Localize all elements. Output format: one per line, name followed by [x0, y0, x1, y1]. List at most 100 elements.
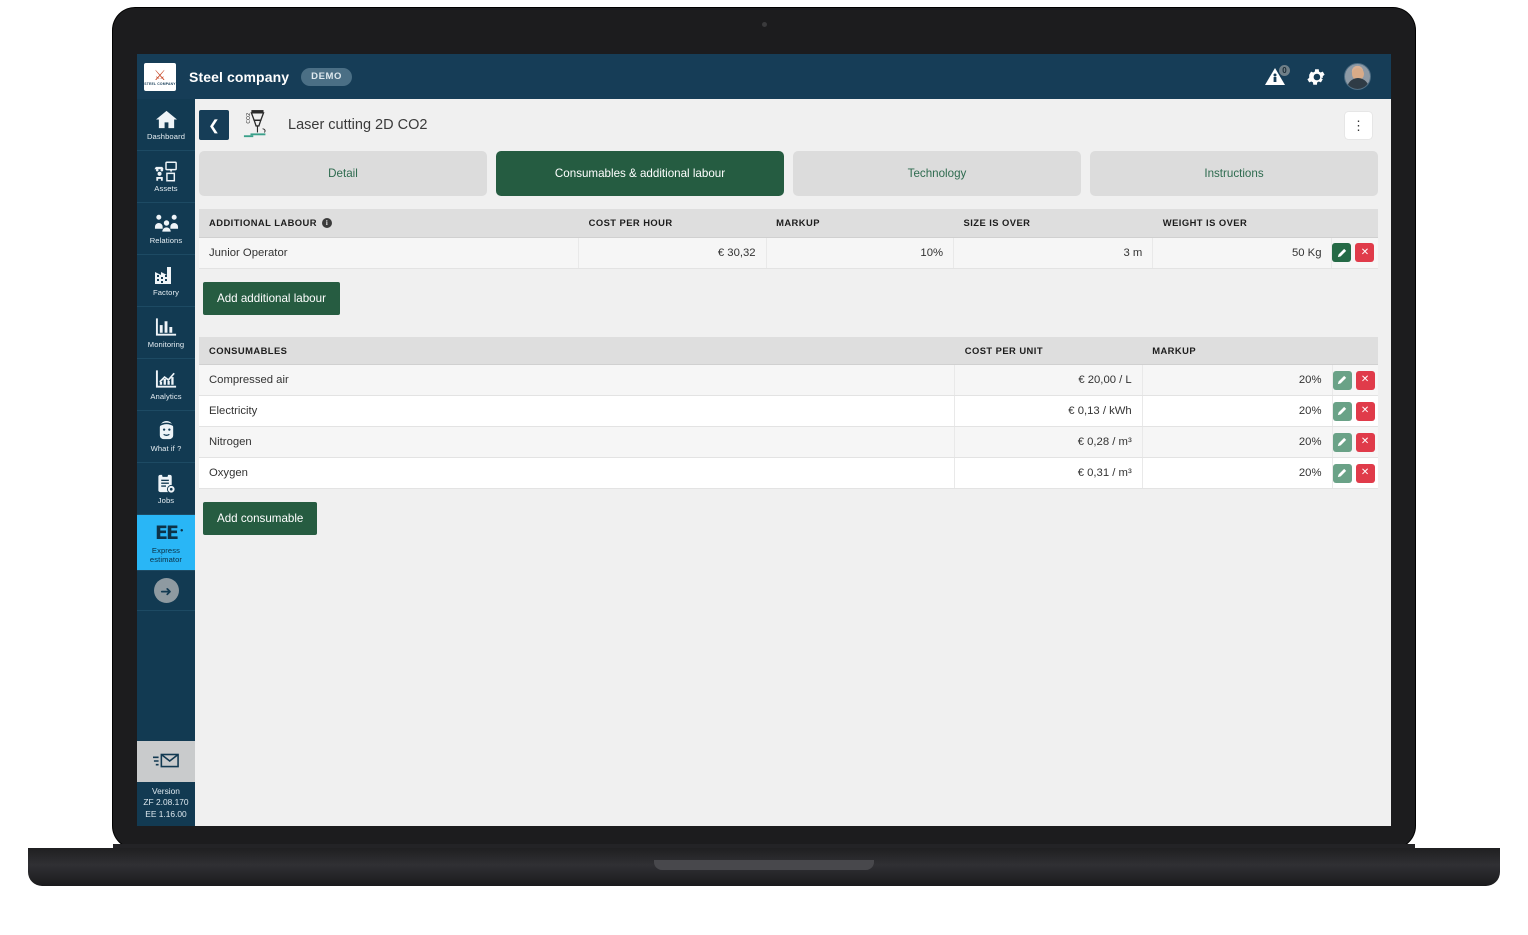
back-button[interactable]: ❮ [199, 110, 229, 140]
tab-label: Detail [328, 167, 358, 180]
sidebar-label: Factory [152, 288, 180, 298]
cell-cost-per-unit: € 0,13 / kWh [954, 395, 1143, 427]
sidebar-label: Analytics [150, 392, 182, 402]
sidebar-item-factory[interactable]: Factory [137, 255, 195, 307]
delete-button[interactable]: ✕ [1355, 401, 1375, 421]
top-bar: ⚔ STEEL COMPANY Steel company DEMO 0 [137, 54, 1391, 99]
laptop-trackpad-notch [654, 860, 874, 870]
col-actions [1331, 209, 1378, 238]
factory-icon [154, 263, 178, 287]
sidebar-expand-button[interactable]: ➜ [137, 571, 195, 611]
delete-button[interactable]: ✕ [1355, 370, 1375, 390]
cell-name: Compressed air [199, 364, 956, 396]
cell-actions: ✕ [1331, 237, 1378, 269]
col-additional-labour: ADDITIONAL LABOUR i [199, 209, 579, 238]
close-icon: ✕ [1360, 246, 1370, 258]
cell-weight-is-over: 50 Kg [1152, 237, 1333, 269]
gear-icon[interactable] [1305, 66, 1327, 88]
table-row: Electricity € 0,13 / kWh 20% ✕ [199, 395, 1378, 427]
sidebar-item-monitoring[interactable]: Monitoring [137, 307, 195, 359]
tab-label: Consumables & additional labour [554, 167, 726, 180]
cell-markup: 20% [1142, 395, 1333, 427]
col-actions [1332, 336, 1378, 365]
cell-markup: 10% [766, 237, 955, 269]
tab-bar: Detail Consumables & additional labour T… [195, 151, 1391, 196]
table-row: Oxygen € 0,31 / m³ 20% ✕ [199, 457, 1378, 489]
edit-button[interactable] [1332, 370, 1352, 390]
col-consumables: CONSUMABLES [199, 336, 955, 365]
sidebar-item-analytics[interactable]: Analytics [137, 359, 195, 411]
additional-labour-table: ADDITIONAL LABOUR i COST PER HOUR MARKUP … [199, 209, 1378, 269]
version-ee: EE 1.16.00 [145, 808, 187, 819]
cell-actions: ✕ [1332, 395, 1378, 427]
close-icon: ✕ [1360, 374, 1370, 385]
sidebar-item-assets[interactable]: Assets [137, 151, 195, 203]
cell-markup: 20% [1142, 364, 1333, 396]
sidebar-label: Monitoring [147, 340, 185, 350]
edit-button[interactable] [1332, 432, 1352, 452]
delete-button[interactable]: ✕ [1355, 243, 1375, 262]
col-label: ADDITIONAL LABOUR [209, 217, 317, 229]
edit-button[interactable] [1332, 243, 1352, 262]
info-icon[interactable]: i [322, 217, 332, 228]
cell-size-is-over: 3 m [953, 237, 1154, 269]
sidebar-item-what-if[interactable]: What if ? [137, 411, 195, 463]
home-icon [155, 107, 178, 131]
consumables-section: CONSUMABLES COST PER UNIT MARKUP Compres… [195, 336, 1391, 535]
tab-label: Technology [907, 167, 967, 180]
analytics-icon [155, 367, 178, 391]
col-markup: MARKUP [1142, 336, 1333, 365]
add-consumable-button[interactable]: Add consumable [203, 502, 318, 535]
cell-name: Junior Operator [199, 237, 580, 269]
page-header: ❮ CO2 Laser cutting 2D CO2 ⋮ [195, 99, 1391, 151]
topbar-actions: 0 [1264, 63, 1371, 90]
cell-name: Oxygen [199, 457, 956, 489]
sidebar-label: Relations [149, 236, 183, 246]
close-icon: ✕ [1360, 436, 1370, 447]
laptop-frame: ⚔ STEEL COMPANY Steel company DEMO 0 Das… [113, 8, 1415, 848]
edit-button[interactable] [1332, 463, 1352, 483]
sidebar-item-dashboard[interactable]: Dashboard [137, 99, 195, 151]
bar-chart-icon [155, 315, 178, 339]
arrow-right-circle-icon: ➜ [153, 578, 179, 603]
sidebar-item-relations[interactable]: Relations [137, 203, 195, 255]
pencil-icon [1337, 468, 1347, 478]
steel-company-logo[interactable]: ⚔ STEEL COMPANY [144, 62, 176, 91]
logo-text: STEEL COMPANY [144, 81, 176, 86]
delete-button[interactable]: ✕ [1355, 432, 1375, 452]
sidebar-item-jobs[interactable]: Jobs [137, 463, 195, 515]
alert-count-badge: 0 [1278, 63, 1291, 77]
cell-markup: 20% [1142, 426, 1333, 458]
alert-triangle-icon[interactable]: 0 [1264, 63, 1291, 88]
additional-labour-section: ADDITIONAL LABOUR i COST PER HOUR MARKUP … [195, 209, 1391, 315]
avatar[interactable] [1344, 63, 1371, 90]
col-markup: MARKUP [766, 209, 954, 238]
delete-button[interactable]: ✕ [1355, 463, 1375, 483]
tab-instructions[interactable]: Instructions [1090, 151, 1378, 196]
svg-text:CO2: CO2 [246, 113, 252, 124]
more-vertical-icon: ⋮ [1352, 117, 1365, 133]
tab-consumables-additional-labour[interactable]: Consumables & additional labour [496, 151, 784, 196]
col-cost-per-unit: COST PER UNIT [954, 336, 1143, 365]
edit-button[interactable] [1332, 401, 1352, 421]
pencil-icon [1337, 437, 1347, 447]
sidebar-label: Express estimator [149, 546, 183, 564]
close-icon: ✕ [1360, 467, 1370, 478]
table-row: Junior Operator € 30,32 10% 3 m 50 Kg ✕ [199, 237, 1378, 269]
webcam-dot [761, 22, 767, 27]
cell-cost-per-hour: € 30,32 [578, 237, 767, 269]
pencil-icon [1337, 248, 1347, 257]
col-size-is-over: SIZE IS OVER [953, 209, 1153, 238]
tab-detail[interactable]: Detail [199, 151, 487, 196]
cell-name: Nitrogen [199, 426, 956, 458]
tab-label: Instructions [1204, 167, 1264, 180]
sidebar-item-express-estimator[interactable]: EE • Express estimator [137, 515, 195, 571]
more-options-button[interactable]: ⋮ [1345, 111, 1372, 139]
tab-technology[interactable]: Technology [793, 151, 1081, 196]
laser-cutting-co2-icon: CO2 [243, 110, 266, 138]
cell-actions: ✕ [1332, 364, 1378, 396]
add-additional-labour-button[interactable]: Add additional labour [203, 281, 340, 315]
mail-send-button[interactable] [137, 740, 195, 782]
